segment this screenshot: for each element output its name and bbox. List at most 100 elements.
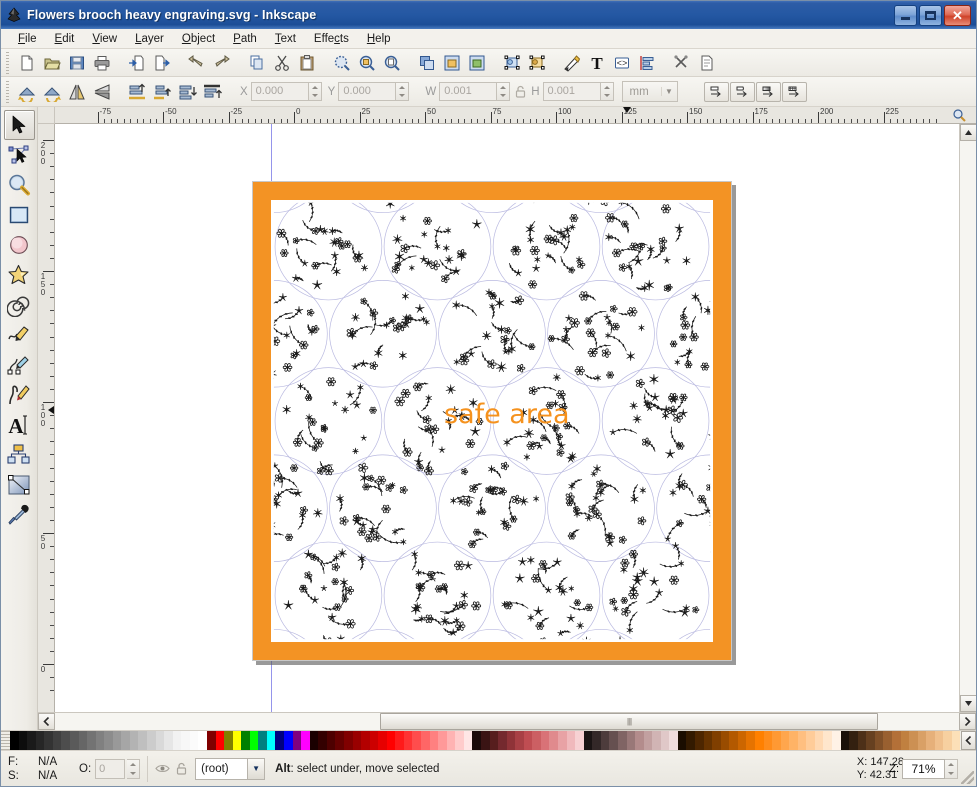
palette-swatch[interactable] xyxy=(284,731,293,750)
palette-swatch[interactable] xyxy=(840,731,850,750)
palette-swatch[interactable] xyxy=(215,731,225,750)
palette-swatch[interactable] xyxy=(703,731,713,750)
align-distribute-icon[interactable] xyxy=(634,51,659,75)
text-tool[interactable]: A xyxy=(4,410,35,440)
vertical-scrollbar[interactable] xyxy=(959,124,976,712)
palette-swatch[interactable] xyxy=(669,731,678,750)
palette-swatch[interactable] xyxy=(87,731,96,750)
raise-icon[interactable] xyxy=(149,80,174,104)
palette-swatch[interactable] xyxy=(797,731,807,750)
document-properties-icon[interactable] xyxy=(694,51,719,75)
save-document-icon[interactable] xyxy=(64,51,89,75)
palette-swatch[interactable] xyxy=(69,731,79,750)
object-properties-icon[interactable] xyxy=(524,51,549,75)
unit-select[interactable]: mm ▼ xyxy=(621,81,678,102)
palette-swatch[interactable] xyxy=(412,731,421,750)
palette-swatch[interactable] xyxy=(189,731,199,750)
zoom-drawing-icon[interactable] xyxy=(354,51,379,75)
zoom-selection-icon[interactable] xyxy=(329,51,354,75)
palette-swatch[interactable] xyxy=(780,731,790,750)
x-spinner[interactable] xyxy=(308,82,322,101)
pencil-tool[interactable] xyxy=(4,320,35,350)
palette-swatch[interactable] xyxy=(318,731,327,750)
open-document-icon[interactable] xyxy=(39,51,64,75)
palette-swatch[interactable] xyxy=(720,731,730,750)
palette-swatch[interactable] xyxy=(438,731,447,750)
palette-swatch[interactable] xyxy=(583,731,593,750)
palette-swatch[interactable] xyxy=(712,731,721,750)
palette-swatch[interactable] xyxy=(891,731,901,750)
palette-swatch[interactable] xyxy=(61,731,70,750)
palette-swatch[interactable] xyxy=(129,731,139,750)
horizontal-scroll-track[interactable]: |||| xyxy=(55,713,959,730)
affect-rounded-corners-icon[interactable] xyxy=(729,81,755,102)
palette-swatch[interactable] xyxy=(249,731,259,750)
palette-swatch[interactable] xyxy=(361,731,370,750)
palette-swatch[interactable] xyxy=(463,731,473,750)
menu-file[interactable]: File xyxy=(9,31,46,47)
palette-menu-button[interactable] xyxy=(961,731,976,750)
new-document-icon[interactable] xyxy=(14,51,39,75)
palette-swatch[interactable] xyxy=(104,731,113,750)
palette-swatch[interactable] xyxy=(617,731,627,750)
palette-swatch[interactable] xyxy=(172,731,182,750)
xml-objects-icon[interactable] xyxy=(499,51,524,75)
group-icon[interactable] xyxy=(439,51,464,75)
vertical-scroll-track[interactable] xyxy=(960,141,976,695)
dropper-tool[interactable] xyxy=(4,500,35,530)
palette-swatch[interactable] xyxy=(506,731,516,750)
palette-swatch[interactable] xyxy=(27,731,36,750)
palette-swatch[interactable] xyxy=(395,731,404,750)
palette-swatch[interactable] xyxy=(446,731,456,750)
xml-editor-icon[interactable]: <> xyxy=(609,51,634,75)
palette-swatch[interactable] xyxy=(164,731,173,750)
zoom-tool[interactable] xyxy=(4,170,35,200)
vertical-ruler[interactable]: 200 150 100 50 0 xyxy=(38,124,55,712)
menu-effects[interactable]: Effects xyxy=(305,31,358,47)
palette-swatch[interactable] xyxy=(643,731,653,750)
palette-swatch[interactable] xyxy=(729,731,738,750)
window-resize-grip[interactable] xyxy=(961,771,974,784)
palette-swatch[interactable] xyxy=(874,731,884,750)
connector-tool[interactable] xyxy=(4,440,35,470)
ellipse-tool[interactable] xyxy=(4,230,35,260)
export-icon[interactable] xyxy=(149,51,174,75)
toolbar2-grip[interactable] xyxy=(4,80,11,103)
palette-swatch[interactable] xyxy=(480,731,490,750)
palette-swatch[interactable] xyxy=(224,731,233,750)
palette-swatch[interactable] xyxy=(857,731,867,750)
palette-swatch[interactable] xyxy=(772,731,781,750)
cut-icon[interactable] xyxy=(269,51,294,75)
palette-swatch[interactable] xyxy=(926,731,935,750)
calligraphy-tool[interactable] xyxy=(4,380,35,410)
palette-swatch[interactable] xyxy=(909,731,918,750)
palette-swatch[interactable] xyxy=(814,731,824,750)
bezier-tool[interactable] xyxy=(4,350,35,380)
palette-swatch[interactable] xyxy=(806,731,815,750)
palette-swatch[interactable] xyxy=(600,731,610,750)
gradient-tool[interactable] xyxy=(4,470,35,500)
ruler-corner[interactable] xyxy=(38,107,55,124)
zoom-spinner[interactable] xyxy=(945,759,958,779)
palette-swatch[interactable] xyxy=(386,731,396,750)
toolbar-grip[interactable] xyxy=(4,51,11,74)
palette-swatch[interactable] xyxy=(44,731,53,750)
palette-swatch[interactable] xyxy=(523,731,533,750)
palette-swatch[interactable] xyxy=(18,731,28,750)
palette-swatch[interactable] xyxy=(455,731,464,750)
palette-swatch[interactable] xyxy=(677,731,687,750)
lower-to-bottom-icon[interactable] xyxy=(199,80,224,104)
menu-help[interactable]: Help xyxy=(358,31,400,47)
palette-swatch[interactable] xyxy=(686,731,695,750)
palette-swatch[interactable] xyxy=(866,731,875,750)
palette-swatch[interactable] xyxy=(746,731,755,750)
palette-swatch[interactable] xyxy=(421,731,430,750)
lock-ratio-icon[interactable] xyxy=(515,85,526,98)
palette-swatch[interactable] xyxy=(378,731,387,750)
palette-swatch[interactable] xyxy=(121,731,130,750)
palette-swatch[interactable] xyxy=(609,731,618,750)
palette-swatch[interactable] xyxy=(35,731,45,750)
drawing-canvas[interactable]: safe area xyxy=(55,124,959,712)
copy-icon[interactable] xyxy=(244,51,269,75)
star-tool[interactable] xyxy=(4,260,35,290)
